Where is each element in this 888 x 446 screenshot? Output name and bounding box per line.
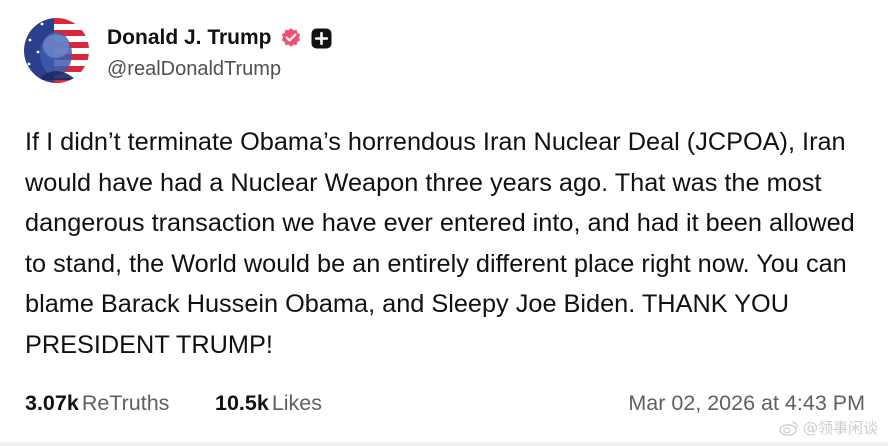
author-avatar[interactable] (24, 18, 89, 83)
weibo-icon (779, 420, 799, 436)
watermark-text: @领事闲谈 (802, 419, 878, 437)
likes-stat[interactable]: 10.5k Likes (215, 391, 322, 416)
post-footer: 3.07k ReTruths 10.5k Likes Mar 02, 2026 at… (25, 391, 865, 419)
likes-label: Likes (271, 391, 323, 415)
retruths-count: 3.07k (25, 391, 79, 415)
bottom-divider (0, 442, 888, 446)
post-card: Donald J. Trump @realDonaldTrump If I di… (0, 0, 888, 446)
avatar-portrait-flag-icon (24, 18, 89, 83)
plus-square-icon[interactable] (311, 28, 332, 49)
watermark: @领事闲谈 (779, 417, 878, 438)
retruths-label: ReTruths (81, 391, 170, 415)
likes-count: 10.5k (215, 391, 269, 415)
author-name-row: Donald J. Trump (107, 25, 332, 51)
post-body-text: If I didn’t terminate Obama’s horrendous… (25, 128, 855, 359)
verified-badge-icon (280, 27, 302, 49)
author-handle[interactable]: @realDonaldTrump (107, 58, 281, 81)
retruths-stat[interactable]: 3.07k ReTruths (25, 391, 169, 416)
post-timestamp[interactable]: Mar 02, 2026 at 4:43 PM (628, 391, 865, 416)
author-display-name[interactable]: Donald J. Trump (107, 26, 272, 50)
